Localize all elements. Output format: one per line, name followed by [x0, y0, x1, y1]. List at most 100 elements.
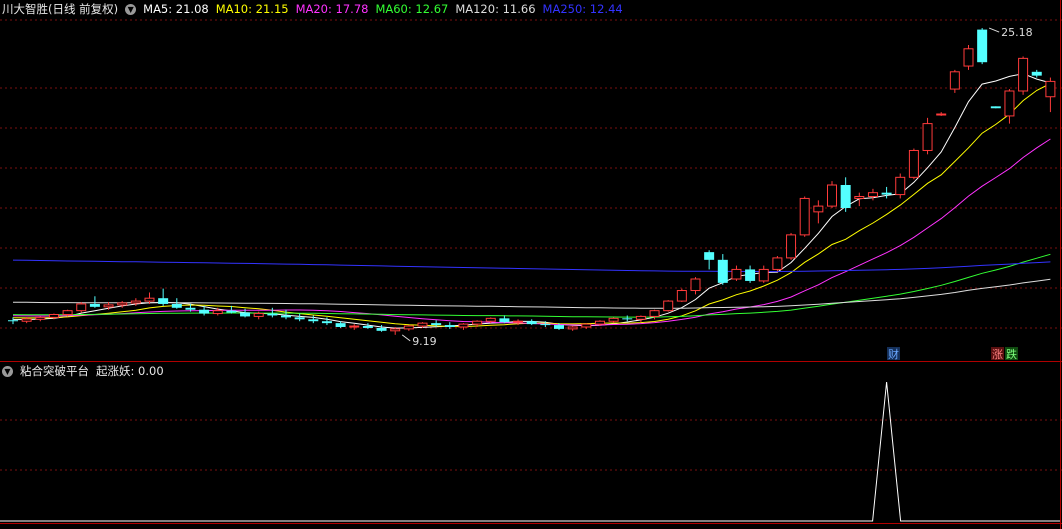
indicator-title[interactable]: 粘合突破平台 — [20, 363, 89, 379]
candle-body — [485, 317, 496, 322]
candle — [990, 106, 1001, 109]
candle-body — [158, 298, 169, 304]
candle-body — [226, 310, 237, 313]
candle-body — [62, 310, 73, 316]
candle-body — [1018, 57, 1029, 92]
candle-body — [581, 323, 592, 328]
candle — [76, 302, 87, 313]
candle-body — [827, 184, 837, 207]
candle-body — [799, 197, 810, 236]
candle-body — [813, 205, 824, 213]
candle-body — [321, 321, 332, 324]
candle — [8, 317, 18, 325]
candle — [799, 196, 810, 237]
stock-title[interactable]: 川大智胜(日线 前复权) — [2, 1, 118, 17]
candle-body — [745, 269, 756, 281]
candle-body — [48, 314, 59, 318]
candle — [963, 44, 974, 70]
candle-body — [362, 326, 373, 328]
candle — [827, 181, 837, 209]
candle-body — [240, 312, 251, 317]
low-pointer — [401, 334, 411, 342]
badge-cai-text: 财 — [888, 347, 899, 361]
candle-body — [963, 48, 974, 67]
ma5-label: MA5: 21.08 — [143, 2, 209, 16]
candle-body — [76, 303, 87, 312]
settings-circle-icon[interactable]: ▼ — [125, 3, 137, 15]
candle-body — [499, 318, 510, 323]
candle-body — [349, 325, 360, 328]
stock-chart: 25.18 9.19 财 涨跌 — [0, 0, 1062, 529]
candle-body — [281, 315, 291, 318]
candle-body — [717, 259, 728, 283]
candle-body — [1031, 71, 1042, 76]
candle-body — [444, 325, 455, 327]
ma10-label: MA10: 21.15 — [215, 2, 289, 16]
candle-body — [417, 322, 428, 327]
candle — [786, 232, 797, 260]
candle — [622, 315, 633, 322]
indicator-menu-circle-icon[interactable]: ▼ — [2, 365, 13, 377]
candle-body — [253, 313, 264, 317]
candle — [881, 186, 892, 199]
ma20-label: MA20: 17.78 — [295, 2, 369, 16]
candle-body — [458, 323, 469, 328]
candle — [403, 325, 414, 331]
candle-body — [431, 323, 442, 326]
candle — [908, 148, 919, 180]
candle-body — [949, 71, 960, 90]
candle — [690, 277, 701, 295]
candle-body — [103, 304, 114, 308]
candle-body — [1004, 90, 1015, 117]
main-header: 川大智胜(日线 前复权) ▼ MA5: 21.08 MA10: 21.15 MA… — [2, 1, 630, 17]
price-annotations: 25.18 9.19 财 涨跌 — [401, 26, 1033, 361]
candle — [294, 313, 305, 322]
main-grid — [0, 0, 1062, 529]
candle — [267, 307, 278, 318]
candle-body — [199, 309, 210, 314]
badge-die-text: 跌 — [1006, 347, 1017, 361]
candle-body — [622, 318, 633, 320]
ma120-label: MA120: 11.66 — [455, 2, 536, 16]
candle — [1004, 89, 1015, 124]
candle — [526, 319, 537, 326]
candle — [731, 265, 742, 281]
badge-cai: 财 — [887, 347, 900, 361]
ma250-line — [12, 259, 1051, 273]
indicator-value: 起涨妖: 0.00 — [96, 364, 164, 378]
candle-body — [922, 123, 933, 151]
candle-body — [540, 324, 551, 326]
candle — [676, 288, 687, 303]
candle-body — [854, 196, 865, 199]
candle — [936, 112, 947, 116]
sub-indicator-panel — [0, 381, 1060, 522]
candle-body — [554, 325, 564, 329]
candle-body — [867, 192, 878, 198]
badge-zhang-text: 涨 — [992, 348, 1003, 361]
high-pointer — [988, 27, 1000, 33]
candle — [895, 173, 906, 199]
candle-body — [704, 252, 715, 260]
candle-body — [267, 313, 278, 316]
candle-body — [731, 268, 742, 280]
candle-body — [144, 297, 155, 302]
candle-body — [171, 303, 182, 308]
candle — [813, 200, 824, 224]
candle — [567, 326, 578, 331]
ma10-line — [12, 83, 1051, 328]
candle-body — [567, 326, 578, 330]
candle-body — [772, 257, 783, 270]
candle — [158, 288, 169, 306]
ma20-line — [12, 138, 1051, 326]
moving-average-lines — [12, 73, 1051, 329]
candle — [35, 316, 46, 322]
ma60-line — [12, 253, 1051, 318]
candle-body — [390, 328, 401, 332]
candle-body — [35, 316, 46, 320]
candle — [349, 324, 360, 330]
candle-body — [212, 310, 223, 315]
candle-body — [117, 302, 128, 306]
candle-body — [472, 320, 483, 325]
candle-body — [936, 113, 947, 116]
candle-body — [89, 303, 100, 307]
